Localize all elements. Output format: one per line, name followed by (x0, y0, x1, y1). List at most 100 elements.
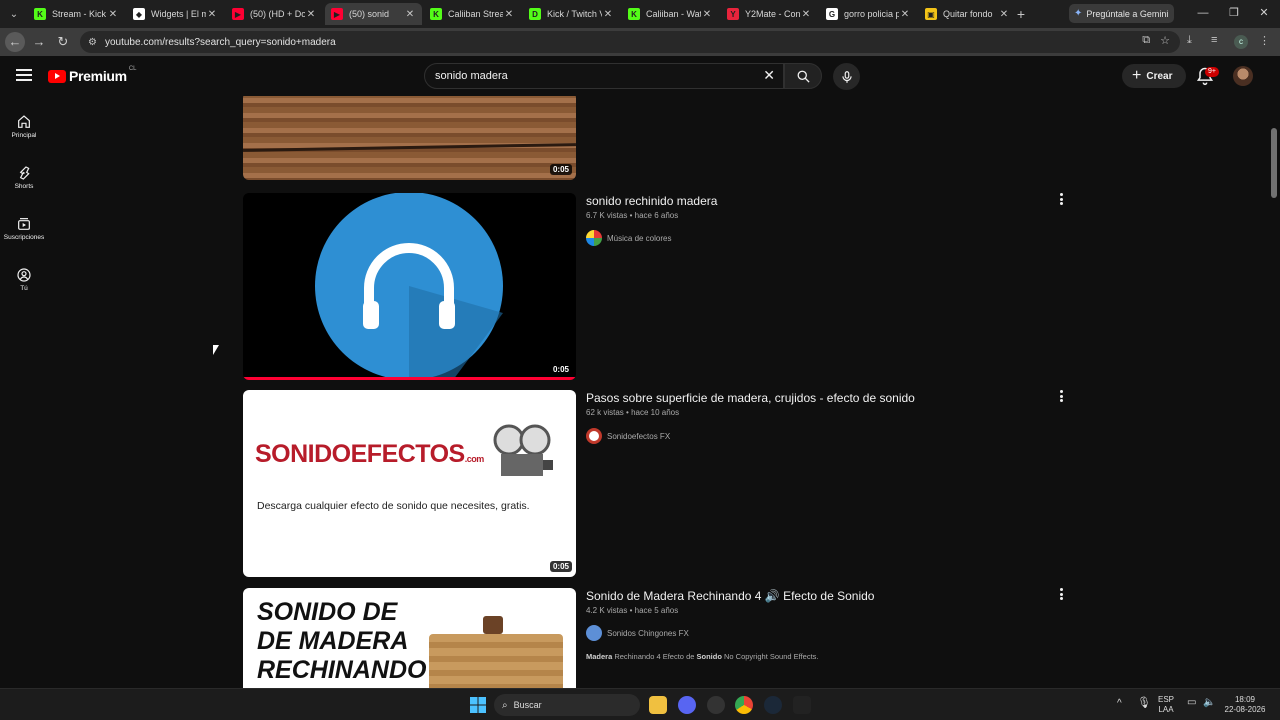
microphone-tray-icon[interactable]: 🎙 (1137, 698, 1151, 709)
video-thumbnail-wood[interactable]: 0:05 (243, 96, 576, 180)
voice-search-button[interactable] (833, 63, 860, 90)
hamburger-menu-icon[interactable] (14, 66, 34, 86)
notifications-badge: 9+ (1205, 67, 1219, 77)
video-thumbnail-sonidoefectos[interactable]: SONIDOEFECTOS.com Descarga cualquier efe… (243, 390, 576, 577)
clear-search-icon[interactable]: ✕ (763, 67, 775, 84)
video-title[interactable]: sonido rechinido madera (586, 194, 717, 208)
youtube-premium-logo[interactable]: Premium CL (48, 66, 136, 84)
video-thumbnail-headphones[interactable]: 0:05 (243, 193, 576, 380)
thumb-logo: SONIDOEFECTOS.com (255, 440, 484, 468)
file-explorer-icon[interactable] (649, 696, 667, 714)
browser-menu-icon[interactable]: ⋮ (1259, 34, 1270, 47)
search-button[interactable] (784, 63, 822, 89)
gemini-button[interactable]: ✦ Pregúntale a Gemini (1069, 4, 1174, 23)
user-avatar[interactable] (1233, 66, 1253, 86)
capcut-icon[interactable] (793, 696, 811, 714)
video-meta: 4.2 K vistas • hace 5 años (586, 606, 678, 615)
browser-profile-avatar[interactable]: c (1234, 35, 1248, 49)
tab-close-icon[interactable]: ✕ (206, 9, 218, 20)
new-tab-button[interactable]: + (1012, 5, 1030, 23)
site-info-icon[interactable]: ⚙ (88, 37, 97, 48)
wood-crack (243, 143, 576, 152)
video-duration: 0:05 (549, 164, 572, 175)
taskbar-search[interactable]: ⌕ Buscar (494, 694, 640, 716)
tab-favicon-icon: Y (727, 8, 739, 20)
sidebar-item-label: Suscripciones (3, 234, 45, 241)
browser-tab[interactable]: ▶ (50) sonid ✕ (325, 3, 422, 25)
page-scrollbar[interactable] (1268, 56, 1280, 688)
address-bar[interactable]: ⚙ youtube.com/results?search_query=sonid… (80, 31, 1180, 53)
browser-tab[interactable]: ▣ Quitar fondo ✕ (919, 3, 1016, 25)
channel-link[interactable]: Sonidos Chingones FX (586, 625, 689, 641)
browser-tab[interactable]: K Caliiban Strea ✕ (424, 3, 521, 25)
chrome-icon[interactable] (735, 696, 753, 714)
network-icon[interactable]: ▭ (1187, 698, 1196, 708)
search-query: sonido madera (435, 70, 508, 82)
tab-search-chevron-icon[interactable]: ⌄ (5, 5, 23, 23)
browser-tab[interactable]: Y Y2Mate - Con ✕ (721, 3, 818, 25)
video-thumbnail-madera-rechinando[interactable]: SONIDO DE DE MADERA RECHINANDO (243, 588, 576, 688)
meta-separator: • (629, 211, 633, 220)
tab-title: Quitar fondo (943, 9, 993, 19)
tray-chevron-icon[interactable]: ^ (1117, 699, 1122, 709)
scrollbar-thumb[interactable] (1271, 128, 1277, 198)
tab-favicon-icon: K (34, 8, 46, 20)
tab-close-icon[interactable]: ✕ (404, 9, 416, 20)
channel-link[interactable]: Sonidoefectos FX (586, 428, 670, 444)
windows-taskbar: ⌕ Buscar ^ 🎙 ESP LAA ▭ 🔈 18:09 22-08-2026 (0, 688, 1280, 720)
more-options-icon[interactable] (1060, 588, 1064, 600)
browser-tab[interactable]: ◆ Widgets | El m ✕ (127, 3, 224, 25)
microphone-icon (841, 70, 852, 83)
browser-tab[interactable]: Ggorro policia p ✕ (820, 3, 917, 25)
tab-favicon-icon: K (430, 8, 442, 20)
tab-close-icon[interactable]: ✕ (701, 9, 713, 20)
tab-close-icon[interactable]: ✕ (503, 9, 515, 20)
create-button[interactable]: + Crear (1122, 64, 1186, 88)
more-options-icon[interactable] (1060, 193, 1064, 205)
bookmark-star-icon[interactable]: ☆ (1160, 34, 1170, 47)
sidebar-item-subscriptions[interactable]: Suscripciones (0, 204, 48, 250)
sidebar-item-you[interactable]: Tú (0, 255, 48, 301)
browser-tab[interactable]: K Caliiban - Wat ✕ (622, 3, 719, 25)
video-title[interactable]: Sonido de Madera Rechinando 4 🔊 Efecto d… (586, 589, 874, 603)
minimize-button[interactable]: — (1193, 5, 1213, 21)
tab-close-icon[interactable]: ✕ (899, 9, 911, 20)
reload-button[interactable]: ↻ (53, 32, 73, 52)
tab-title: Caliiban - Wat (646, 9, 701, 19)
tab-title: (50) (HD + Do (250, 9, 305, 19)
search-input[interactable]: sonido madera ✕ (424, 63, 784, 89)
volume-icon[interactable]: 🔈 (1203, 698, 1215, 708)
channel-link[interactable]: Música de colores (586, 230, 671, 246)
steam-icon[interactable] (764, 696, 782, 714)
sidebar-item-label: Principal (11, 132, 37, 139)
sidebar-item-home[interactable]: Principal (0, 102, 48, 148)
sidebar-item-shorts[interactable]: Shorts (0, 153, 48, 199)
forward-button[interactable]: → (29, 32, 49, 52)
back-button[interactable]: ← (5, 32, 25, 52)
tab-close-icon[interactable]: ✕ (998, 9, 1010, 20)
language-indicator[interactable]: ESP LAA (1158, 695, 1174, 715)
close-window-button[interactable]: ✕ (1254, 5, 1274, 21)
tab-close-icon[interactable]: ✕ (800, 9, 812, 20)
discord-icon[interactable] (678, 696, 696, 714)
restore-button[interactable]: ❐ (1224, 5, 1244, 21)
more-options-icon[interactable] (1060, 390, 1064, 402)
browser-tab[interactable]: ▶ (50) (HD + Do ✕ (226, 3, 323, 25)
tab-close-icon[interactable]: ✕ (305, 9, 317, 20)
downloads-icon[interactable]: ⤓ (1187, 34, 1192, 47)
home-icon (18, 115, 30, 128)
windows-start-icon[interactable] (470, 697, 486, 713)
view-count: 6.7 K vistas (586, 211, 628, 220)
browser-tab[interactable]: K Stream - Kick ✕ (28, 3, 125, 25)
channel-name: Música de colores (607, 233, 672, 243)
clock[interactable]: 18:09 22-08-2026 (1221, 695, 1269, 715)
obs-icon[interactable] (707, 696, 725, 714)
tab-title: (50) sonid (349, 9, 390, 19)
reading-list-icon[interactable]: ≡ (1211, 34, 1217, 46)
wooden-sign (429, 634, 563, 688)
tab-close-icon[interactable]: ✕ (602, 9, 614, 20)
video-title[interactable]: Pasos sobre superficie de madera, crujid… (586, 391, 915, 405)
browser-tab[interactable]: D Kick / Twitch V ✕ (523, 3, 620, 25)
install-app-icon[interactable]: ⧉ (1142, 34, 1150, 47)
tab-close-icon[interactable]: ✕ (107, 9, 119, 20)
